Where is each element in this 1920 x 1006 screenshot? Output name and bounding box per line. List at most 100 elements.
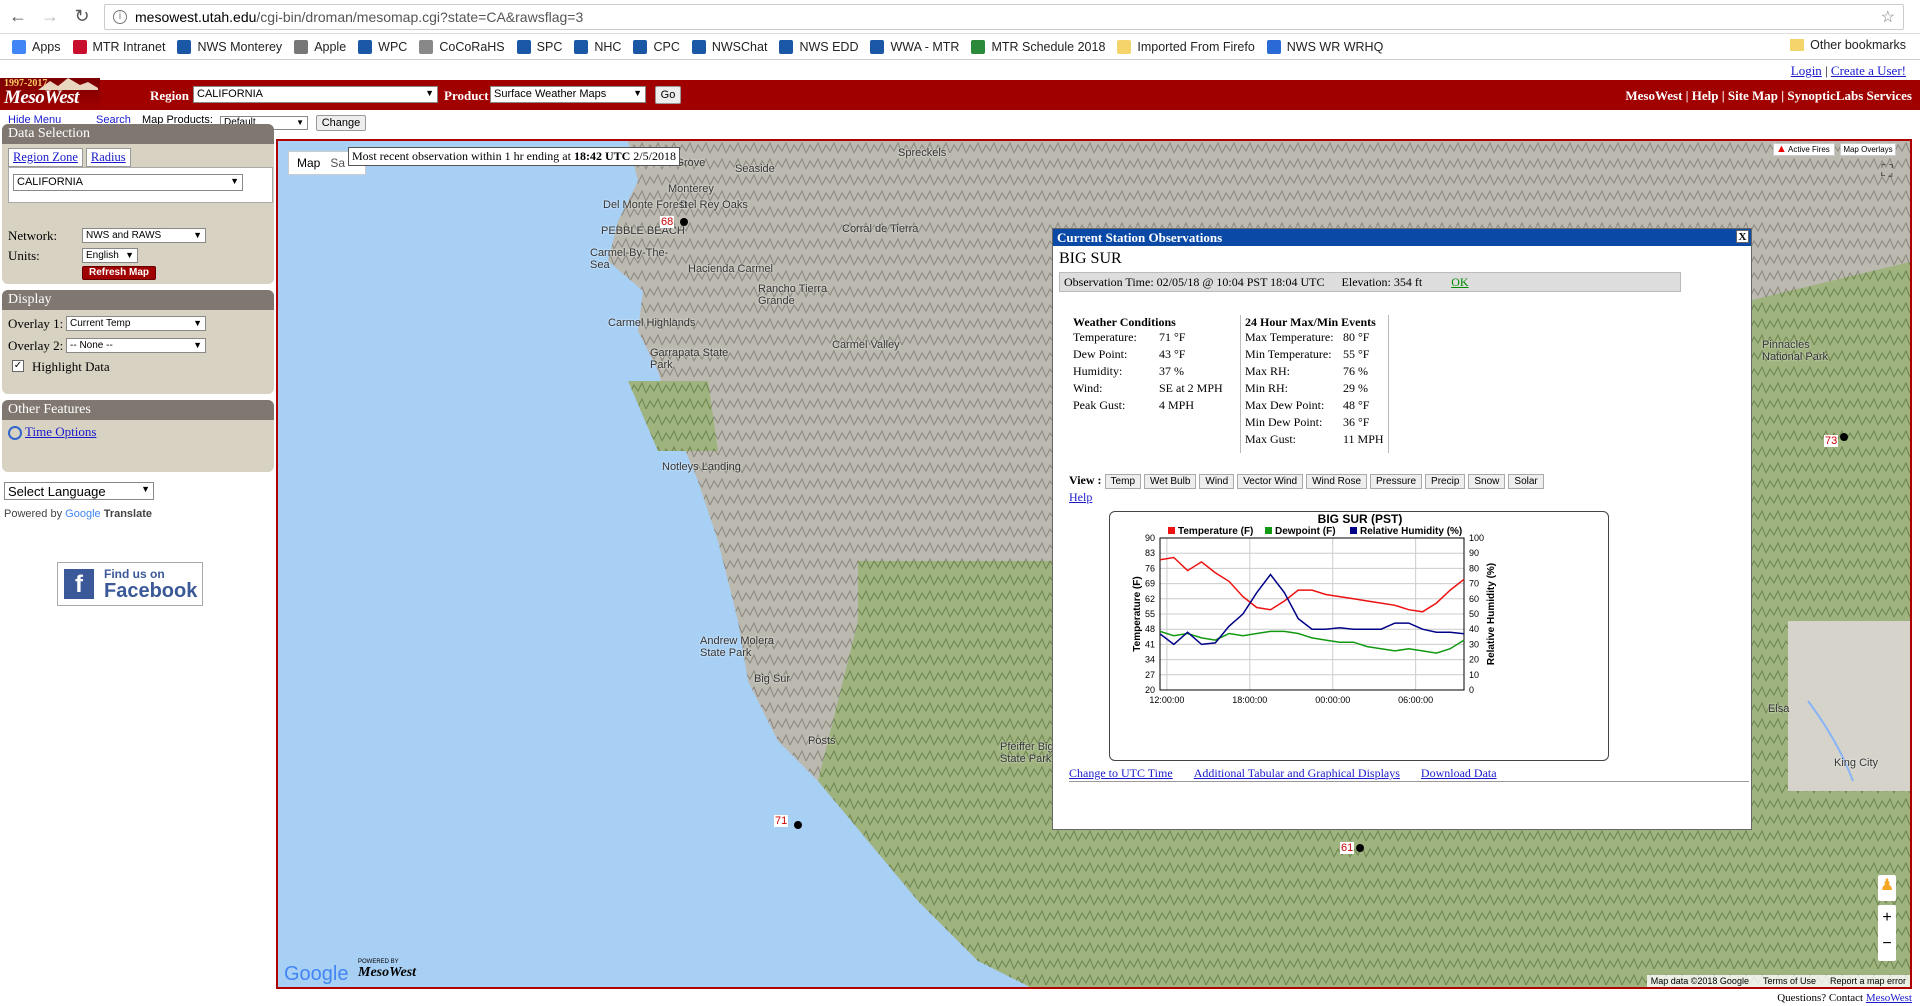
- bookmark-favicon-icon: [294, 39, 309, 54]
- bookmark-item[interactable]: WWA - MTR: [870, 39, 959, 54]
- view-wet-bulb-button[interactable]: Wet Bulb: [1144, 474, 1197, 489]
- url-field[interactable]: i mesowest.utah.edu/cgi-bin/droman/mesom…: [104, 3, 1904, 30]
- report-error-link[interactable]: Report a map error: [1830, 976, 1906, 986]
- obs-row: Max Gust: 11 MPH: [1241, 432, 1388, 449]
- obs-value: 4 MPH: [1159, 398, 1195, 412]
- map-attribution: Map data ©2018 Google Terms of Use Repor…: [1646, 975, 1910, 987]
- bookmark-item[interactable]: NWS WR WRHQ: [1266, 39, 1383, 54]
- translate-link[interactable]: Translate: [104, 508, 152, 520]
- bookmark-item[interactable]: CoCoRaHS: [419, 39, 505, 54]
- highlight-checkbox[interactable]: ✓: [12, 360, 24, 372]
- view-snow-button[interactable]: Snow: [1468, 474, 1506, 489]
- map-overlays-button[interactable]: Map Overlays: [1840, 143, 1896, 156]
- bookmark-favicon-icon: [971, 39, 986, 54]
- obs-label: Peak Gust:: [1073, 398, 1126, 412]
- chevron-down-icon: ▼: [425, 88, 434, 98]
- contact-link[interactable]: MesoWest: [1866, 992, 1912, 1004]
- zoom-out-button[interactable]: −: [1878, 931, 1896, 957]
- tab-region-zone[interactable]: Region Zone: [8, 148, 83, 167]
- units-select[interactable]: English ▼: [82, 248, 138, 263]
- place-label: Hacienda Carmel: [688, 263, 773, 275]
- language-select[interactable]: Select Language ▼: [4, 482, 154, 500]
- powered-by-label: Powered by: [4, 508, 63, 520]
- change-button[interactable]: Change: [316, 115, 366, 131]
- facebook-find-text: Find us on: [104, 567, 165, 581]
- other-bookmarks[interactable]: Other bookmarks: [1790, 38, 1906, 52]
- bookmark-item[interactable]: SPC: [516, 39, 562, 54]
- reload-icon[interactable]: ↻: [68, 3, 96, 31]
- go-button[interactable]: Go: [655, 86, 681, 104]
- facebook-badge[interactable]: f Find us on Facebook: [57, 562, 203, 606]
- bookmark-item[interactable]: Apps: [12, 39, 61, 54]
- obs-value: 43 °F: [1159, 347, 1186, 361]
- chevron-down-icon: ▼: [193, 340, 202, 350]
- bookmark-item[interactable]: MTR Intranet: [72, 39, 165, 54]
- place-label: Notleys Landing: [662, 461, 741, 473]
- time-options-link[interactable]: Time Options: [25, 424, 96, 439]
- view-bar: View : Temp Wet Bulb Wind Vector Wind Wind R…: [1069, 473, 1547, 489]
- ok-link[interactable]: OK: [1451, 275, 1468, 289]
- view-pressure-button[interactable]: Pressure: [1370, 474, 1423, 489]
- logo-name: MesoWest: [4, 87, 79, 108]
- y-tick-label: 69: [1145, 579, 1155, 589]
- zoom-in-button[interactable]: +: [1878, 905, 1896, 931]
- overlay1-label: Overlay 1:: [8, 316, 64, 331]
- back-icon[interactable]: ←: [4, 3, 32, 31]
- fullscreen-icon[interactable]: ⛶: [1876, 163, 1898, 185]
- bookmark-item[interactable]: NHC: [574, 39, 621, 54]
- download-data-link[interactable]: Download Data: [1421, 766, 1497, 780]
- pegman-icon[interactable]: ♟: [1878, 875, 1896, 901]
- login-link[interactable]: Login: [1791, 63, 1822, 78]
- refresh-map-button[interactable]: Refresh Map: [82, 266, 156, 280]
- view-temp-button[interactable]: Temp: [1104, 474, 1141, 489]
- bookmark-item[interactable]: NWSChat: [691, 39, 767, 54]
- bookmark-item[interactable]: WPC: [358, 39, 407, 54]
- bookmark-item[interactable]: Imported From Firefo: [1117, 39, 1255, 54]
- bookmark-item[interactable]: MTR Schedule 2018: [971, 39, 1105, 54]
- bookmark-star-icon[interactable]: ☆: [1881, 7, 1895, 27]
- view-solar-button[interactable]: Solar: [1508, 474, 1544, 489]
- bookmark-item[interactable]: CPC: [633, 39, 680, 54]
- bookmark-item[interactable]: Apple: [294, 39, 346, 54]
- overlay2-select[interactable]: -- None -- ▼: [66, 338, 206, 353]
- close-button[interactable]: X: [1736, 230, 1749, 243]
- tab-satellite[interactable]: Sa: [328, 152, 347, 174]
- active-fires-button[interactable]: ▲ Active Fires: [1773, 143, 1835, 156]
- tab-map[interactable]: Map: [289, 152, 328, 174]
- obs-row: Max Temperature: 80 °F: [1241, 330, 1388, 347]
- view-wind-button[interactable]: Wind: [1199, 474, 1235, 489]
- obs-value: 11 MPH: [1343, 432, 1384, 446]
- create-user-link[interactable]: Create a User!: [1831, 63, 1906, 78]
- terms-link[interactable]: Terms of Use: [1763, 976, 1816, 986]
- view-wind-rose-button[interactable]: Wind Rose: [1306, 474, 1368, 489]
- region-select[interactable]: CALIFORNIA ▼: [193, 86, 438, 103]
- overlay1-select[interactable]: Current Temp ▼: [66, 316, 206, 331]
- legend-label: Relative Humidity (%): [1360, 526, 1462, 537]
- zone-select[interactable]: CALIFORNIA ▼: [13, 174, 243, 191]
- header-links[interactable]: MesoWest | Help | Site Map | SynopticLab…: [1625, 88, 1912, 104]
- tab-radius[interactable]: Radius: [85, 148, 131, 167]
- help-link[interactable]: Help: [1069, 490, 1092, 505]
- network-select[interactable]: NWS and RAWS ▼: [82, 228, 206, 243]
- additional-displays-link[interactable]: Additional Tabular and Graphical Display…: [1194, 766, 1400, 780]
- bookmark-item[interactable]: NWS Monterey: [177, 39, 282, 54]
- view-precip-button[interactable]: Precip: [1425, 474, 1466, 489]
- weather-heading: Weather Conditions: [1073, 315, 1176, 329]
- obs-label: Temperature:: [1073, 330, 1137, 344]
- obs-label: Min Dew Point:: [1245, 415, 1323, 429]
- x-tick-label: 00:00:00: [1315, 695, 1350, 705]
- mesowest-logo[interactable]: 1997-2017 MesoWest: [0, 78, 100, 110]
- utc-time-link[interactable]: Change to UTC Time: [1069, 766, 1173, 780]
- bookmark-item[interactable]: NWS EDD: [779, 39, 858, 54]
- forward-icon[interactable]: →: [36, 3, 64, 31]
- info-icon[interactable]: i: [113, 9, 127, 24]
- google-wordmark[interactable]: Google: [65, 508, 100, 520]
- view-vector-wind-button[interactable]: Vector Wind: [1237, 474, 1304, 489]
- product-select[interactable]: Surface Weather Maps ▼: [490, 86, 646, 103]
- bookmark-favicon-icon: [1117, 39, 1132, 54]
- station-dot-icon: [1840, 433, 1848, 441]
- station-value: 61: [1340, 842, 1355, 854]
- place-label: Monterey: [668, 183, 714, 195]
- obs-row: Peak Gust: 4 MPH: [1069, 398, 1227, 415]
- station-dot-icon: [1356, 844, 1364, 852]
